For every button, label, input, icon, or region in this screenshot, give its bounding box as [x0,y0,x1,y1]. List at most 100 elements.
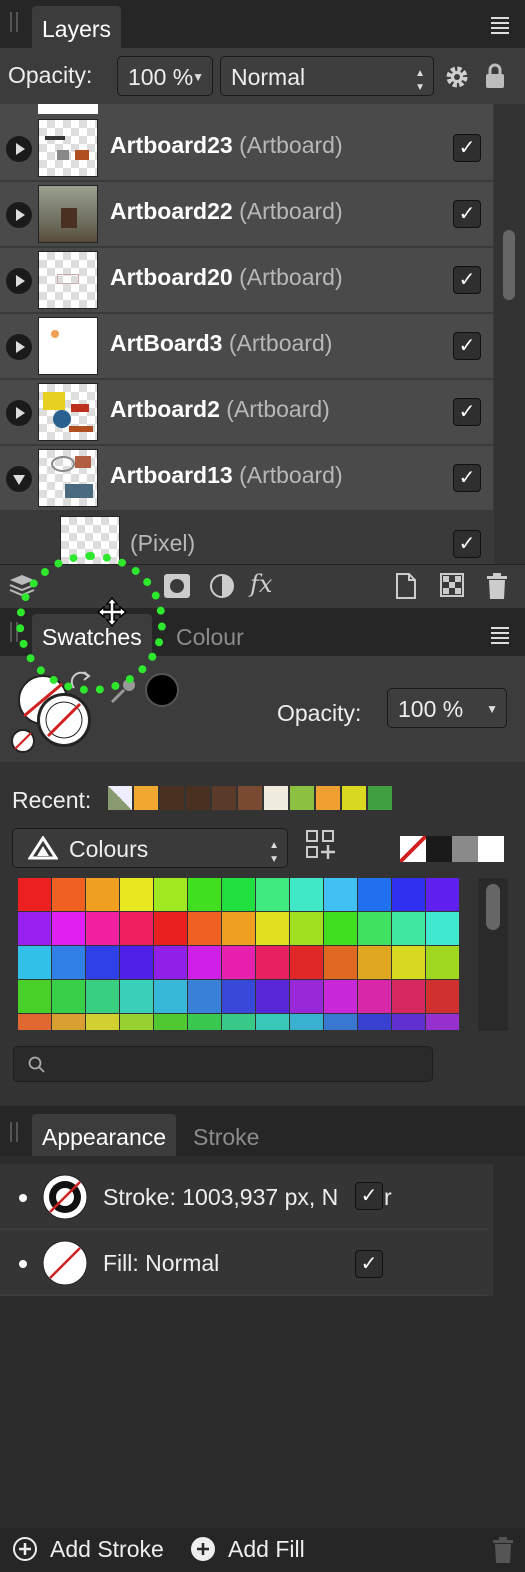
gear-icon[interactable] [444,64,470,90]
layer-row[interactable]: ArtBoard3 (Artboard) ✓ [0,314,493,380]
recent-swatch[interactable] [238,786,264,810]
color-swatch[interactable] [324,980,357,1013]
color-swatch[interactable] [358,1014,391,1030]
recent-swatch[interactable] [108,786,134,810]
tab-stroke[interactable]: Stroke [183,1114,269,1156]
layer-visibility-checkbox[interactable]: ✓ [453,398,481,426]
recent-swatches[interactable] [108,786,394,810]
color-swatch[interactable] [18,878,51,911]
color-swatch[interactable] [120,912,153,945]
add-stroke-button[interactable]: Add Stroke [12,1534,164,1564]
layer-visibility-checkbox[interactable]: ✓ [453,200,481,228]
color-swatch[interactable] [52,878,85,911]
color-swatch[interactable] [86,1014,119,1030]
color-swatch[interactable] [256,878,289,911]
add-layer-icon[interactable] [395,572,417,600]
trash-icon[interactable] [492,1536,514,1564]
tab-layers[interactable]: Layers [32,6,122,48]
color-swatch[interactable] [188,980,221,1013]
none-swatch[interactable] [400,836,426,862]
lock-icon[interactable] [485,62,505,90]
recent-swatch[interactable] [316,786,342,810]
color-swatch[interactable] [392,878,425,911]
trash-icon[interactable] [486,572,508,600]
color-swatch[interactable] [86,878,119,911]
layers-menu-icon[interactable] [491,14,509,37]
layer-visibility-checkbox[interactable]: ✓ [453,464,481,492]
layer-row[interactable]: Artboard20 (Artboard) ✓ [0,248,493,314]
layer-row[interactable]: Artboard13 (Artboard) ✓ [0,446,493,512]
mask-icon[interactable] [163,573,191,599]
color-swatch[interactable] [52,980,85,1013]
color-swatch[interactable] [86,912,119,945]
color-swatch[interactable] [290,1014,323,1030]
blend-mode-dropdown[interactable]: Normal ▲ ▼ [220,56,434,96]
swatch-search-input[interactable] [54,1051,418,1079]
color-swatch[interactable] [154,1014,187,1030]
recent-swatch[interactable] [212,786,238,810]
color-swatch[interactable] [18,980,51,1013]
recent-swatch[interactable] [186,786,212,810]
expand-triangle-icon[interactable] [6,202,32,228]
adjustment-icon[interactable] [209,573,235,599]
layer-visibility-checkbox[interactable]: ✓ [453,266,481,294]
color-swatch[interactable] [52,946,85,979]
color-swatch[interactable] [188,912,221,945]
color-swatch[interactable] [290,946,323,979]
color-swatch[interactable] [324,1014,357,1030]
layer-visibility-checkbox[interactable]: ✓ [453,134,481,162]
color-swatch[interactable] [324,946,357,979]
add-fill-button[interactable]: Add Fill [190,1534,305,1564]
color-swatch[interactable] [188,1014,221,1030]
panel-grip-layers[interactable] [10,12,18,32]
swatch-grid[interactable] [18,878,459,1031]
tab-colour[interactable]: Colour [166,614,254,656]
layer-row[interactable]: Artboard2 (Artboard) ✓ [0,380,493,446]
color-swatch[interactable] [392,912,425,945]
tab-appearance[interactable]: Appearance [32,1114,177,1158]
color-swatch[interactable] [222,980,255,1013]
color-swatch[interactable] [154,946,187,979]
color-swatch[interactable] [426,980,459,1013]
color-swatch[interactable] [290,980,323,1013]
color-swatch[interactable] [324,878,357,911]
swatches-menu-icon[interactable] [491,624,509,647]
color-swatch[interactable] [222,1014,255,1030]
color-swatch[interactable] [154,980,187,1013]
recent-swatch[interactable] [134,786,160,810]
color-swatch[interactable] [188,878,221,911]
color-swatch[interactable] [222,946,255,979]
color-swatch[interactable] [256,946,289,979]
color-swatch[interactable] [358,878,391,911]
recent-swatch[interactable] [342,786,368,810]
color-swatch[interactable] [120,946,153,979]
color-swatch[interactable] [154,878,187,911]
swatch-grid-scrollbar-thumb[interactable] [486,884,500,930]
color-swatch[interactable] [52,1014,85,1030]
layers-scrollbar[interactable] [494,104,525,564]
color-swatch[interactable] [188,946,221,979]
swatches-opacity-dropdown[interactable]: 100 % ▼ [387,688,507,728]
recent-swatch[interactable] [290,786,316,810]
color-swatch[interactable] [358,980,391,1013]
color-swatch[interactable] [154,912,187,945]
color-swatch[interactable] [120,878,153,911]
appearance-row-fill[interactable]: Fill: Normal ✓ [0,1232,487,1296]
add-swatch-icon[interactable] [306,830,336,860]
color-swatch[interactable] [18,946,51,979]
layers-scrollbar-thumb[interactable] [503,230,515,300]
color-swatch[interactable] [52,912,85,945]
gray-swatch[interactable] [478,836,504,862]
current-color-swatch[interactable] [145,673,179,707]
color-swatch[interactable] [256,1014,289,1030]
layer-row[interactable]: Artboard23 (Artboard) ✓ [0,116,493,182]
appearance-row-stroke[interactable]: Stroke: 1003,937 px, N ✓ r [0,1166,487,1230]
color-swatch[interactable] [256,912,289,945]
color-swatch[interactable] [426,1014,459,1030]
expand-triangle-icon[interactable] [6,334,32,360]
panel-grip-appearance[interactable] [10,1122,18,1142]
color-swatch[interactable] [222,878,255,911]
color-swatch[interactable] [426,912,459,945]
no-fill-icon[interactable] [10,728,36,754]
layer-visibility-checkbox[interactable]: ✓ [453,332,481,360]
